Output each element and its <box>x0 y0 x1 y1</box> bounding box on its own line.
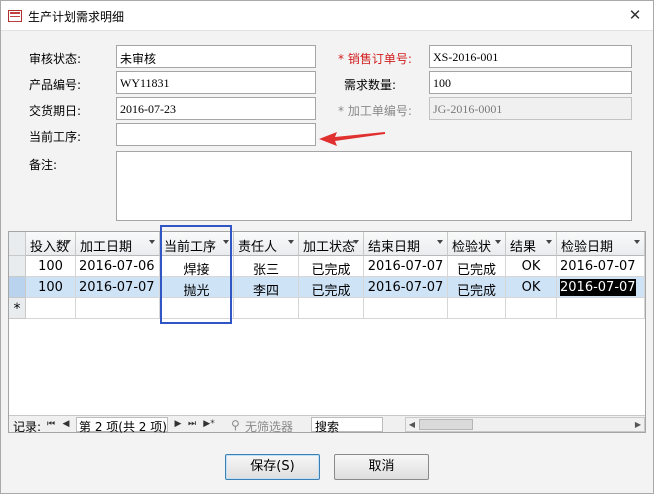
table-cell[interactable] <box>26 298 76 319</box>
form-icon <box>8 10 22 22</box>
table-cell[interactable] <box>448 298 506 319</box>
table-cell[interactable]: 李四 <box>234 277 299 298</box>
chevron-down-icon[interactable] <box>288 240 294 244</box>
scroll-left-icon[interactable]: ◀ <box>406 418 418 431</box>
col-header-process-status[interactable]: 加工状态 <box>299 232 364 256</box>
cancel-button[interactable]: 取消 <box>334 454 429 480</box>
first-record-icon[interactable]: ⏮ <box>45 417 57 431</box>
table-cell[interactable]: 已完成 <box>448 277 506 298</box>
product-no-field[interactable]: WY11831 <box>116 71 316 94</box>
navigator-label: 记录: <box>13 420 42 434</box>
table-cell[interactable] <box>557 298 645 319</box>
table-cell-active[interactable]: 2016-07-07 <box>557 277 645 298</box>
chevron-down-icon[interactable] <box>437 240 443 244</box>
table-cell[interactable]: 2016-07-07 <box>364 256 448 277</box>
sales-order-no-field[interactable]: XS-2016-001 <box>429 45 632 68</box>
table-cell[interactable]: 2016-07-06 <box>76 256 160 277</box>
col-header-owner[interactable]: 责任人 <box>234 232 299 256</box>
audit-status-label: 审核状态: <box>29 52 82 66</box>
col-header-inspect-status[interactable]: 检验状 <box>448 232 506 256</box>
col-header-inspect-date[interactable]: 检验日期 <box>557 232 645 256</box>
table-cell[interactable]: 100 <box>26 256 76 277</box>
current-process-field[interactable] <box>116 123 316 146</box>
table-cell[interactable]: 2016-07-07 <box>364 277 448 298</box>
sales-order-no-label: * 销售订单号: <box>338 52 412 66</box>
dialog-window: 生产计划需求明细 ✕ 审核状态: 未审核 * 销售订单号: XS-2016-00… <box>0 0 654 494</box>
col-header-end-date[interactable]: 结束日期 <box>364 232 448 256</box>
audit-status-field[interactable]: 未审核 <box>116 45 316 68</box>
table-cell[interactable]: 2016-07-07 <box>557 256 645 277</box>
search-input[interactable]: 搜索 <box>311 417 383 434</box>
select-all-corner[interactable] <box>9 232 26 256</box>
table-cell[interactable]: OK <box>506 277 557 298</box>
scrollbar-thumb[interactable] <box>419 419 473 430</box>
work-order-no-label: * 加工单编号: <box>338 104 412 118</box>
col-header-result[interactable]: 结果 <box>506 232 557 256</box>
new-record-icon[interactable]: ▶* <box>201 417 217 431</box>
horizontal-scrollbar[interactable]: ◀ ▶ <box>405 417 645 432</box>
chevron-down-icon[interactable] <box>353 240 359 244</box>
remarks-field[interactable] <box>116 151 632 221</box>
close-icon[interactable]: ✕ <box>627 7 643 23</box>
table-cell[interactable] <box>76 298 160 319</box>
table-cell[interactable] <box>299 298 364 319</box>
chevron-down-icon[interactable] <box>65 240 71 244</box>
chevron-down-icon[interactable] <box>546 240 552 244</box>
work-order-no-field: JG-2016-0001 <box>429 97 632 120</box>
col-header-input-qty[interactable]: 投入数 <box>26 232 76 256</box>
table-cell[interactable]: 已完成 <box>299 277 364 298</box>
table-cell[interactable]: 2016-07-07 <box>76 277 160 298</box>
product-no-label: 产品编号: <box>29 78 82 92</box>
table-cell[interactable] <box>234 298 299 319</box>
delivery-date-field[interactable]: 2016-07-23 <box>116 97 316 120</box>
chevron-down-icon[interactable] <box>495 240 501 244</box>
filter-icon[interactable]: ⚲ <box>231 418 240 432</box>
datasheet-grid: 投入数 加工日期 当前工序 责任人 加工状态 结束日期 检验状 结果 检验日期 … <box>8 231 646 433</box>
current-process-label: 当前工序: <box>29 130 82 144</box>
no-filter-label[interactable]: 无筛选器 <box>245 418 293 435</box>
highlight-annotation-box <box>160 225 232 324</box>
remarks-label: 备注: <box>29 158 58 172</box>
table-cell[interactable]: OK <box>506 256 557 277</box>
table-cell[interactable] <box>506 298 557 319</box>
table-cell[interactable] <box>364 298 448 319</box>
prev-record-icon[interactable]: ◀ <box>60 417 72 431</box>
table-cell[interactable]: 张三 <box>234 256 299 277</box>
table-cell[interactable]: 已完成 <box>448 256 506 277</box>
table-cell[interactable]: 100 <box>26 277 76 298</box>
row-selector[interactable] <box>9 256 26 277</box>
new-row-marker[interactable]: * <box>9 298 26 319</box>
table-cell[interactable]: 已完成 <box>299 256 364 277</box>
last-record-icon[interactable]: ⏭ <box>186 417 198 431</box>
delivery-date-label: 交货期日: <box>29 104 82 118</box>
chevron-down-icon[interactable] <box>634 240 640 244</box>
col-header-process-date[interactable]: 加工日期 <box>76 232 160 256</box>
save-button[interactable]: 保存(S) <box>225 454 320 480</box>
record-position-field[interactable]: 第 2 项(共 2 项) <box>76 417 168 434</box>
scroll-right-icon[interactable]: ▶ <box>632 418 644 431</box>
title-bar: 生产计划需求明细 ✕ <box>1 1 653 31</box>
record-navigator: 记录: ⏮ ◀ 第 2 项(共 2 项) ▶ ⏭ ▶* ⚲ 无筛选器 搜索 ◀ … <box>9 415 645 435</box>
row-selector[interactable] <box>9 277 26 298</box>
chevron-down-icon[interactable] <box>149 240 155 244</box>
window-title: 生产计划需求明细 <box>28 10 125 24</box>
required-qty-field[interactable]: 100 <box>429 71 632 94</box>
next-record-icon[interactable]: ▶ <box>172 417 184 431</box>
arrow-annotation-icon <box>319 132 385 146</box>
required-qty-label: 需求数量: <box>344 78 397 92</box>
